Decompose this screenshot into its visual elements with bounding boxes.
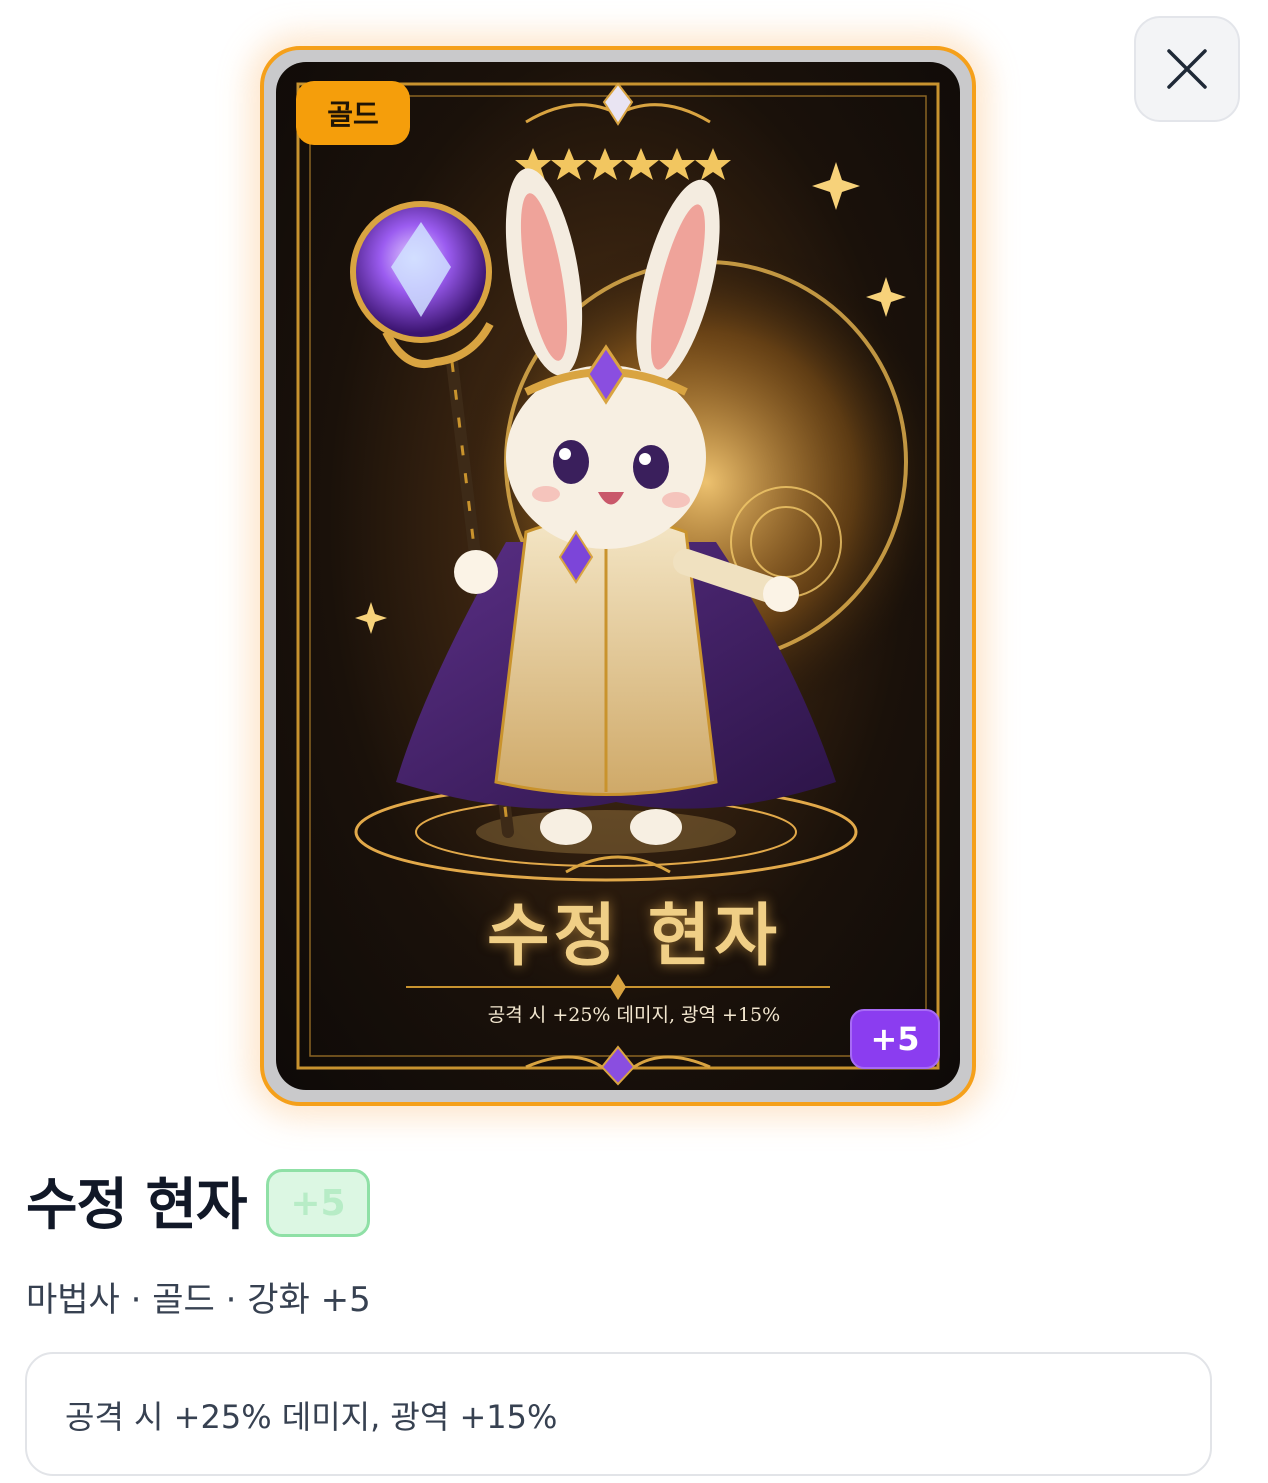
enhance-level-pill: +5 [266, 1169, 370, 1237]
card-title: 수정 현자 [487, 896, 781, 976]
close-button[interactable] [1134, 16, 1240, 122]
card-description: 공격 시 +25% 데미지, 광역 +15% [487, 1004, 781, 1026]
card-name-heading: 수정 현자 [26, 1173, 248, 1238]
card-meta-text: 마법사 · 골드 · 강화 +5 [26, 1280, 371, 1320]
close-icon [1167, 49, 1207, 89]
rarity-badge: 골드 [296, 81, 410, 145]
card-level-badge: +5 [850, 1009, 940, 1069]
ability-description-text: 공격 시 +25% 데미지, 광역 +15% [65, 1398, 558, 1436]
ability-description-box: 공격 시 +25% 데미지, 광역 +15% [25, 1352, 1212, 1476]
